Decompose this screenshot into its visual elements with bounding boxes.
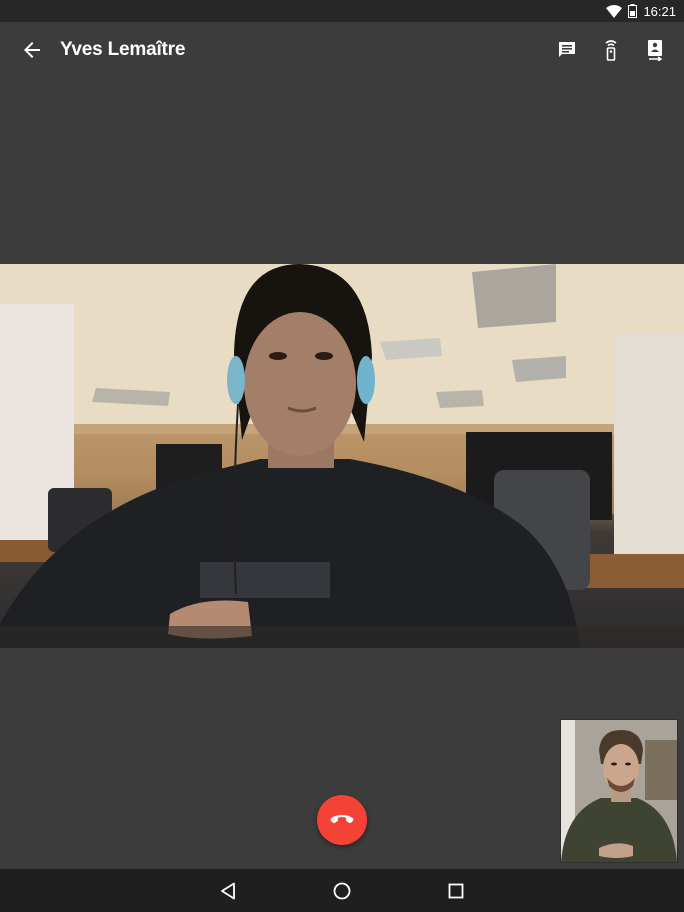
wifi-icon bbox=[606, 4, 623, 18]
arrow-back-icon[interactable] bbox=[20, 38, 44, 62]
status-bar: 16:21 bbox=[0, 0, 684, 22]
switch-camera-icon[interactable] bbox=[642, 37, 668, 63]
self-view[interactable] bbox=[561, 720, 677, 862]
end-call-button[interactable] bbox=[317, 795, 367, 845]
remote-video bbox=[0, 264, 684, 648]
recents-square-icon[interactable] bbox=[444, 879, 468, 903]
system-nav-bar bbox=[0, 869, 684, 912]
home-circle-icon[interactable] bbox=[330, 879, 354, 903]
app-bar: Yves Lemaître bbox=[0, 22, 684, 78]
phone-hangup-icon bbox=[330, 814, 354, 826]
chat-icon[interactable] bbox=[554, 37, 580, 63]
back-triangle-icon[interactable] bbox=[216, 879, 240, 903]
status-time: 16:21 bbox=[643, 3, 676, 19]
app-bar-actions bbox=[554, 37, 668, 63]
remote-icon[interactable] bbox=[598, 37, 624, 63]
battery-icon bbox=[628, 4, 638, 18]
contact-name: Yves Lemaître bbox=[60, 39, 186, 60]
